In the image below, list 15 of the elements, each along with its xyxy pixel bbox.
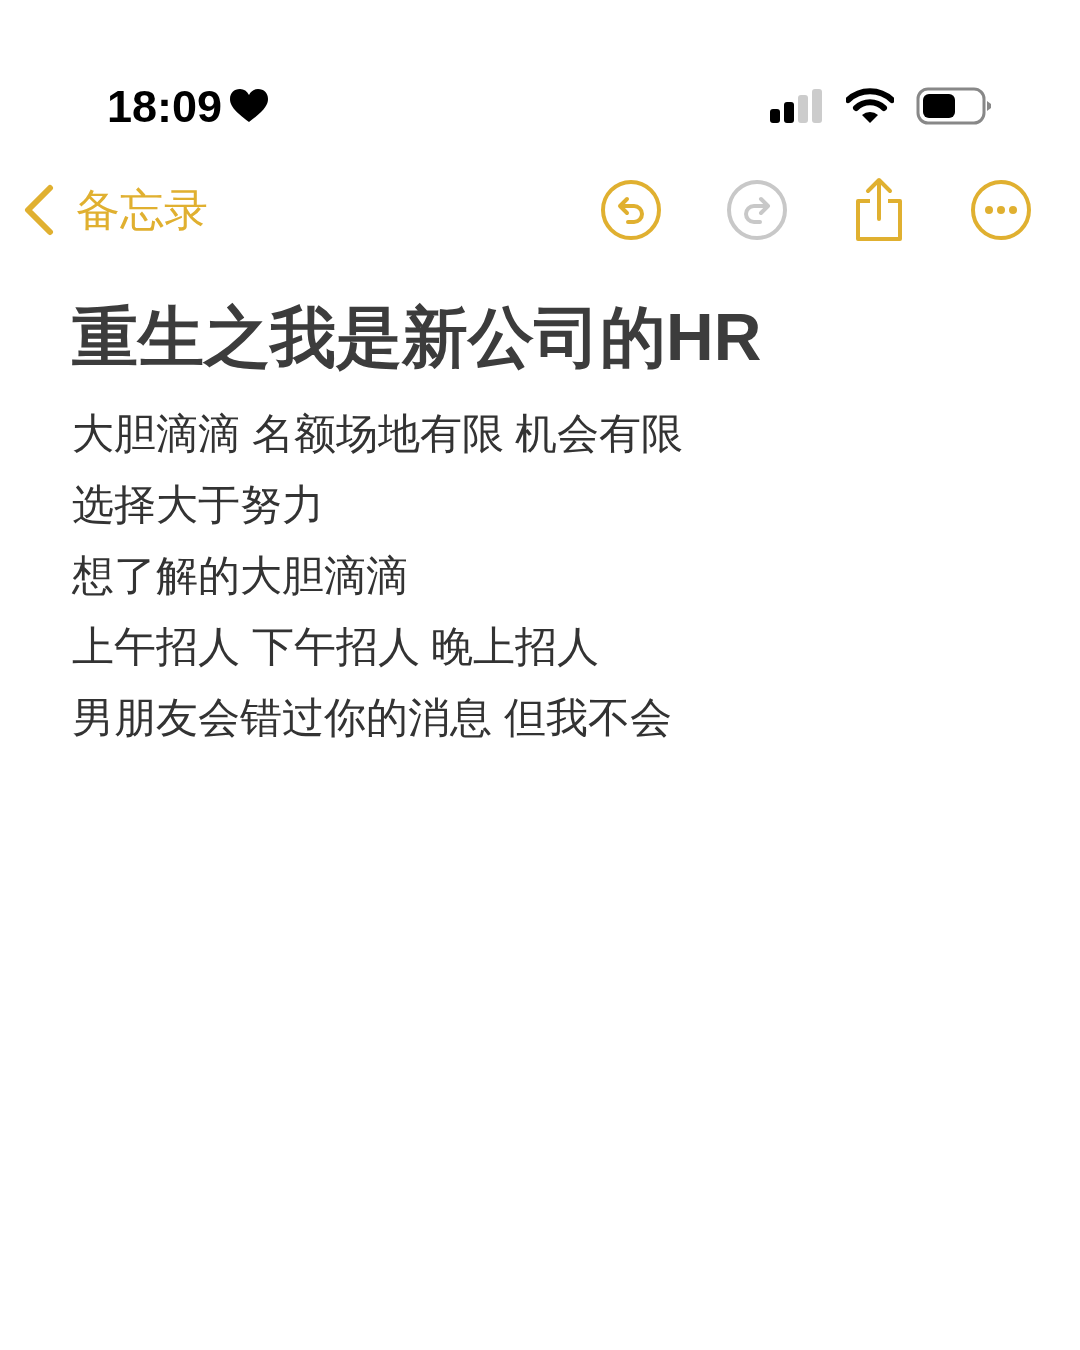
note-line: 想了解的大胆滴滴: [72, 550, 409, 601]
battery-icon: [916, 87, 992, 125]
more-button[interactable]: [970, 179, 1032, 241]
signal-icon: [770, 89, 824, 123]
chevron-left-icon: [22, 184, 54, 236]
note-title: 重生之我是新公司的HR: [72, 300, 763, 376]
heart-icon: [230, 89, 269, 123]
undo-button[interactable]: [600, 179, 662, 241]
wifi-icon: [846, 88, 894, 124]
back-button[interactable]: 备忘录: [22, 184, 208, 236]
note-line: 男朋友会错过你的消息 但我不会: [72, 692, 673, 743]
clock-time: 18:09: [107, 83, 223, 129]
note-line: 选择大于努力: [72, 479, 325, 530]
note-line: 大胆滴滴 名额场地有限 机会有限: [72, 408, 685, 459]
note-line: 上午招人 下午招人 晚上招人: [72, 621, 601, 672]
